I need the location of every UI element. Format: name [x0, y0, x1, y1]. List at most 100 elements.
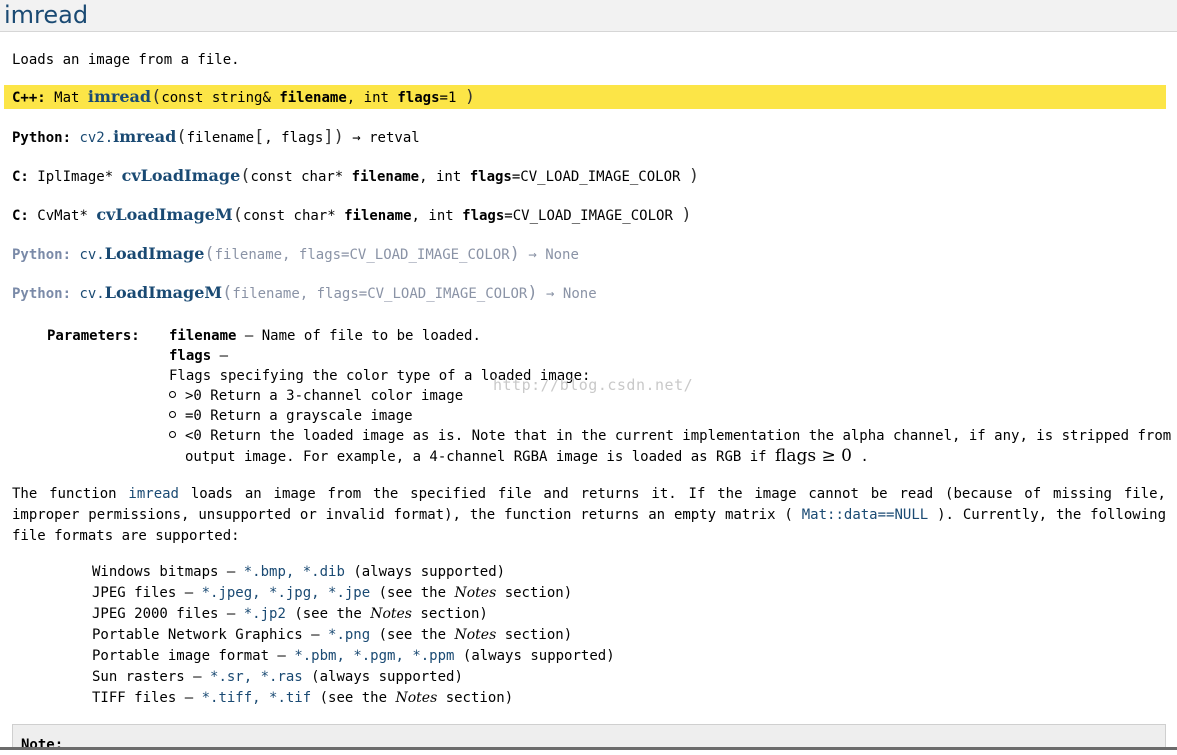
format-name: Windows bitmaps –	[92, 564, 236, 580]
format-name: JPEG 2000 files –	[92, 606, 236, 622]
note-label: Note:	[21, 737, 64, 753]
lang-label: C:	[12, 208, 29, 224]
param-type: const char*	[242, 208, 336, 224]
list-item-continuation: output image. For example, a 4-channel R…	[185, 446, 869, 467]
separator: ,	[419, 169, 428, 185]
format-name: Portable Network Graphics –	[92, 627, 320, 643]
dash: –	[244, 328, 254, 344]
c-signature-load-image: C: IplImage* cvLoadImage(const char* fil…	[12, 166, 700, 186]
title-bar: imread	[0, 0, 1177, 32]
separator: ,	[411, 208, 420, 224]
list-item: <0 Return the loaded image as is. Note t…	[169, 426, 1177, 446]
list-item: Portable image format – *.pbm, *.pgm, *.…	[92, 646, 615, 667]
function-name-link[interactable]: cvLoadImageM	[96, 205, 232, 224]
list-item: JPEG files – *.jpeg, *.jpg, *.jpe (see t…	[92, 583, 615, 604]
module-name: cv.	[79, 247, 105, 263]
bullet-icon	[169, 391, 176, 398]
list-item: =0 Return a grayscale image	[169, 406, 413, 426]
param-desc: Name of file to be loaded.	[261, 328, 481, 344]
format-list: Windows bitmaps – *.bmp, *.dib (always s…	[92, 562, 615, 709]
mat-data-link[interactable]: Mat::data==NULL	[802, 507, 928, 523]
return-type: IplImage*	[37, 169, 114, 185]
param-default: =1	[439, 90, 457, 106]
separator: ,	[346, 90, 356, 106]
flag-key: <0	[185, 428, 202, 444]
notes-ref: Notes	[370, 606, 412, 622]
format-note: (see the	[378, 585, 447, 601]
format-note: section)	[504, 627, 573, 643]
format-name: Sun rasters –	[92, 669, 202, 685]
summary-text: Loads an image from a file.	[12, 52, 240, 68]
parameters-label: Parameters:	[47, 328, 140, 344]
imread-link[interactable]: imread	[128, 486, 179, 502]
python-signature: Python: cv2.imread(filename[, flags]) → …	[12, 127, 420, 147]
lang-label: Python:	[12, 286, 72, 302]
param-name: filename	[169, 328, 237, 344]
arrow-icon: →	[352, 130, 361, 146]
bullet-icon	[169, 431, 176, 438]
arrow-icon: →	[528, 247, 537, 263]
page-title: imread	[4, 1, 89, 29]
flag-key: >0	[185, 388, 202, 404]
math-expression: flags ≥ 0	[775, 446, 852, 466]
separator: ,	[264, 130, 273, 146]
format-note: (always supported)	[353, 564, 506, 580]
function-name-link[interactable]: LoadImageM	[105, 283, 222, 302]
param-name: flags	[281, 130, 324, 146]
lang-label: Python:	[12, 247, 72, 263]
format-ext: *.png	[328, 627, 371, 643]
param-type: int	[363, 90, 389, 106]
period: .	[860, 449, 869, 465]
bullet-icon	[169, 411, 176, 418]
args: filename, flags=CV_LOAD_IMAGE_COLOR	[232, 286, 528, 302]
param-name: filename	[351, 169, 420, 185]
lang-label: C:	[12, 169, 29, 185]
param-type: int	[435, 169, 462, 185]
optional-close: ]	[323, 127, 334, 147]
description-paragraph: The function imread loads an image from …	[12, 484, 1166, 547]
format-note: (see the	[378, 627, 447, 643]
param-type: const string&	[161, 90, 271, 106]
flag-key: =0	[185, 408, 202, 424]
list-item: Sun rasters – *.sr, *.ras (always suppor…	[92, 667, 615, 688]
format-ext: *.sr, *.ras	[210, 669, 303, 685]
param-filename: filename – Name of file to be loaded.	[169, 326, 481, 346]
text: The function	[12, 486, 117, 502]
param-default: =CV_LOAD_IMAGE_COLOR	[511, 169, 681, 185]
return-value: None	[545, 247, 579, 263]
optional-open: [	[254, 127, 265, 147]
format-name: TIFF files –	[92, 690, 194, 706]
return-type: CvMat*	[37, 208, 88, 224]
c-signature-load-image-m: C: CvMat* cvLoadImageM(const char* filen…	[12, 205, 692, 225]
return-type: Mat	[54, 90, 80, 106]
format-note: section)	[420, 606, 488, 622]
list-item: JPEG 2000 files – *.jp2 (see the Notes s…	[92, 604, 615, 625]
format-name: Portable image format –	[92, 648, 286, 664]
function-name-link[interactable]: LoadImage	[105, 244, 205, 263]
args: filename, flags=CV_LOAD_IMAGE_COLOR	[214, 247, 510, 263]
param-flags: flags –	[169, 346, 228, 366]
flag-text: Return a 3-channel color image	[210, 388, 464, 404]
notes-ref: Notes	[395, 690, 438, 706]
param-name: filename	[279, 90, 347, 106]
module-name: cv.	[79, 286, 105, 302]
format-note: section)	[445, 690, 514, 706]
function-name-link[interactable]: cvLoadImage	[122, 166, 241, 185]
lang-label: C++:	[12, 90, 46, 106]
function-name-link[interactable]: imread	[88, 87, 151, 106]
format-ext: *.tiff, *.tif	[201, 690, 312, 706]
arrow-icon: →	[546, 286, 555, 302]
python-old-signature-load-image-m: Python: cv.LoadImageM(filename, flags=CV…	[12, 283, 597, 303]
param-name: filename	[344, 208, 412, 224]
list-item: Portable Network Graphics – *.png (see t…	[92, 625, 615, 646]
param-default: =CV_LOAD_IMAGE_COLOR	[504, 208, 673, 224]
param-name: flags	[169, 348, 212, 364]
list-item: Windows bitmaps – *.bmp, *.dib (always s…	[92, 562, 615, 583]
format-note: section)	[504, 585, 573, 601]
format-note: (see the	[294, 606, 362, 622]
notes-ref: Notes	[454, 627, 497, 643]
format-ext: *.bmp, *.dib	[243, 564, 345, 580]
format-ext: *.pbm, *.pgm, *.ppm	[294, 648, 455, 664]
list-item: >0 Return a 3-channel color image	[169, 386, 463, 406]
function-name-link[interactable]: imread	[113, 127, 176, 146]
